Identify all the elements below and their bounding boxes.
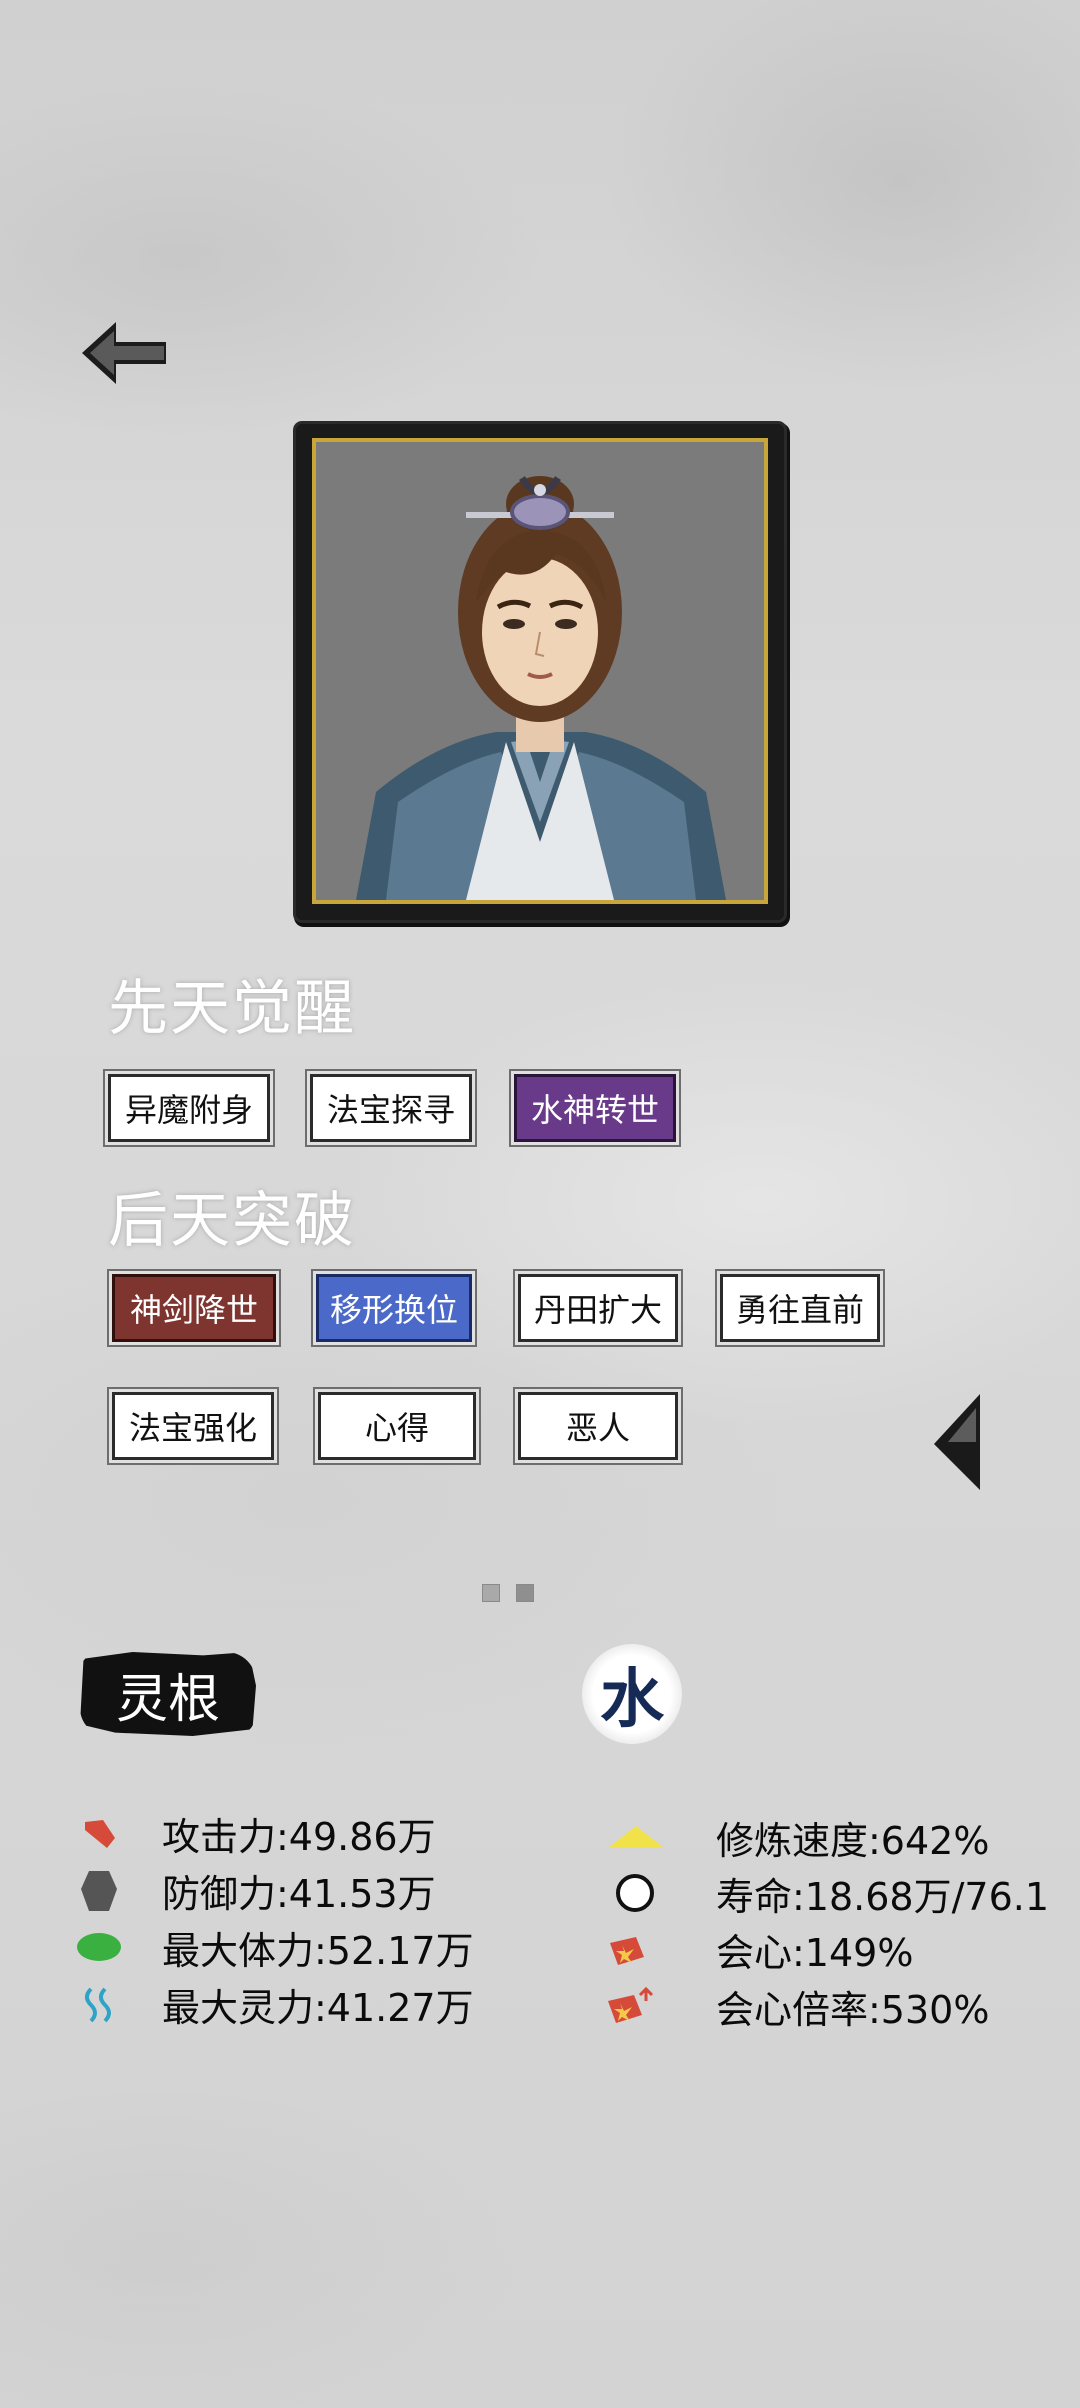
page-dot[interactable] — [482, 1584, 500, 1602]
chip-label: 勇往直前 — [735, 1291, 864, 1329]
stat-critical — [602, 1926, 658, 1976]
critical-multiplier-icon — [602, 1982, 658, 2032]
stat-attack — [74, 1809, 124, 1859]
page-dot-active[interactable] — [516, 1584, 534, 1602]
stat-critical-multiplier — [602, 1982, 658, 2032]
stat-critical-multiplier-text: 会心倍率:530% — [716, 1988, 990, 2032]
stat-attack-text: 攻击力:49.86万 — [162, 1815, 436, 1859]
spirit-icon — [74, 1980, 124, 2030]
acquired-chip[interactable]: 神剑降世 — [112, 1274, 276, 1342]
chip-label: 心得 — [364, 1409, 429, 1447]
stat-spirit-text: 最大灵力:41.27万 — [162, 1986, 474, 2030]
stat-defense-text: 防御力:41.53万 — [162, 1872, 436, 1916]
next-page-button[interactable] — [930, 1392, 982, 1492]
innate-chip[interactable]: 法宝探寻 — [310, 1074, 472, 1142]
defense-icon — [74, 1866, 124, 1916]
character-portrait-frame — [296, 424, 784, 920]
innate-awakening-title: 先天觉醒 — [108, 974, 356, 1044]
cultivation-speed-icon — [606, 1812, 666, 1862]
stat-defense — [74, 1866, 124, 1916]
stat-lifespan — [610, 1868, 660, 1918]
chip-label: 神剑降世 — [129, 1291, 258, 1329]
innate-chip[interactable]: 异魔附身 — [108, 1074, 270, 1142]
acquired-chip[interactable]: 移形换位 — [316, 1274, 472, 1342]
chip-label: 丹田扩大 — [533, 1291, 662, 1329]
chip-label: 异魔附身 — [124, 1091, 253, 1129]
acquired-chip[interactable]: 法宝强化 — [112, 1392, 274, 1460]
back-arrow-icon — [82, 322, 166, 384]
triangle-left-icon — [934, 1394, 980, 1490]
stat-critical-text: 会心:149% — [716, 1931, 914, 1975]
acquired-chip[interactable]: 勇往直前 — [720, 1274, 880, 1342]
back-button[interactable] — [80, 318, 170, 388]
acquired-chip[interactable]: 恶人 — [518, 1392, 678, 1460]
stat-spirit — [74, 1980, 124, 2030]
acquired-chip[interactable]: 心得 — [318, 1392, 476, 1460]
stat-stamina — [74, 1922, 124, 1972]
chip-label: 移形换位 — [329, 1291, 458, 1329]
chip-label: 法宝强化 — [128, 1409, 257, 1447]
chip-label: 恶人 — [565, 1409, 630, 1447]
character-portrait — [312, 438, 768, 904]
acquired-chip[interactable]: 丹田扩大 — [518, 1274, 678, 1342]
chip-label: 法宝探寻 — [326, 1091, 455, 1129]
acquired-breakthrough-title: 后天突破 — [108, 1186, 356, 1256]
attack-icon — [74, 1809, 124, 1859]
chip-label: 水神转世 — [530, 1091, 659, 1129]
stat-stamina-text: 最大体力:52.17万 — [162, 1929, 474, 1973]
stat-cultivation-speed-text: 修炼速度:642% — [716, 1819, 990, 1863]
stat-cultivation-speed — [606, 1812, 666, 1862]
stat-lifespan-text: 寿命:18.68万/76.1 — [716, 1875, 1050, 1919]
element-badge: 水 — [582, 1644, 682, 1744]
critical-icon — [602, 1926, 658, 1976]
character-illustration — [316, 442, 764, 900]
innate-chip[interactable]: 水神转世 — [514, 1074, 676, 1142]
stamina-icon — [74, 1922, 124, 1972]
spiritual-root-label: 灵根 — [80, 1652, 256, 1736]
lifespan-icon — [610, 1868, 660, 1918]
